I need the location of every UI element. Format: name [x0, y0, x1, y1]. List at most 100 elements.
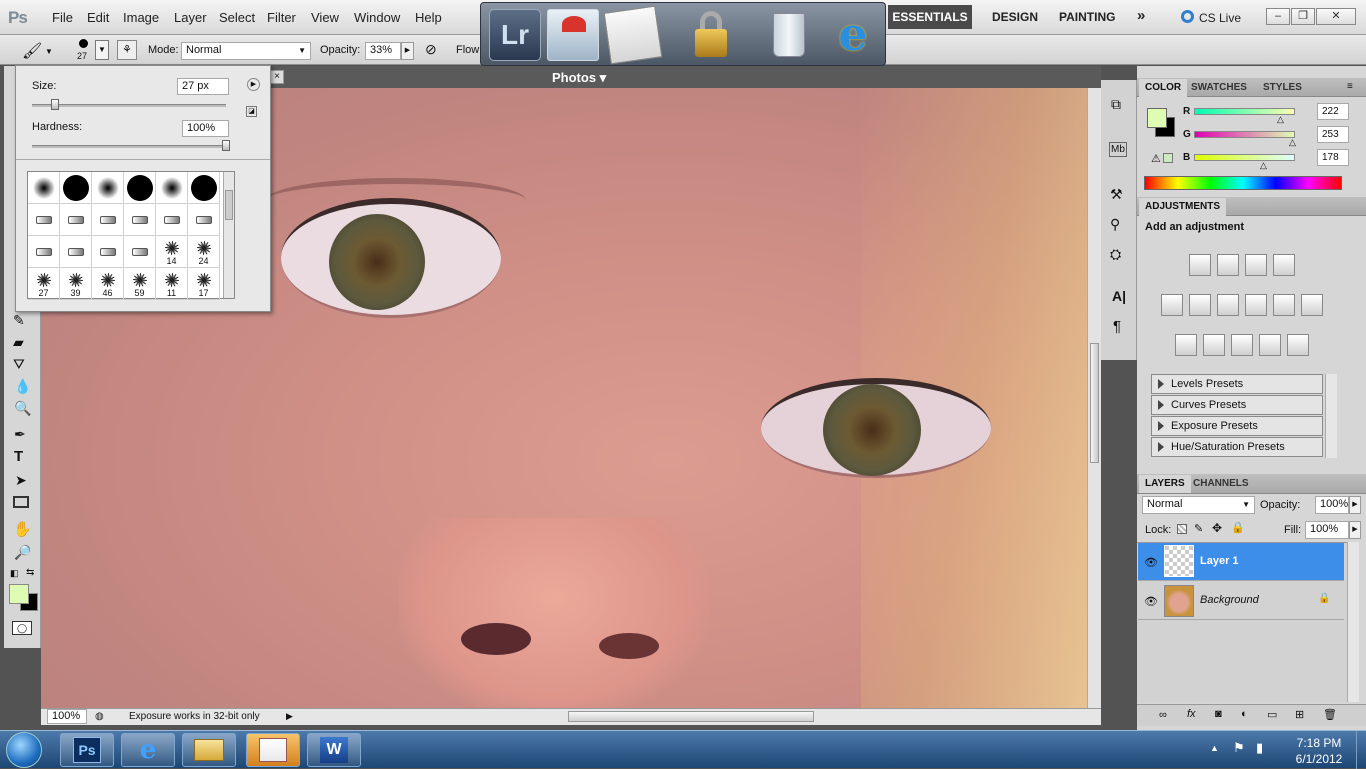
taskbar-explorer[interactable] — [182, 733, 236, 767]
brush-preset-3[interactable] — [124, 172, 156, 204]
adjustment-layer-icon[interactable]: ◐ — [1241, 708, 1248, 720]
brightness-contrast-icon[interactable] — [1189, 254, 1211, 276]
zoom-field[interactable]: 100% — [47, 709, 87, 724]
brush-presets-icon[interactable]: ⚒ — [1110, 186, 1123, 203]
restore-button[interactable]: ❐ — [1291, 8, 1315, 25]
brush-preset-22[interactable]: 11 — [156, 268, 188, 300]
layer-row-layer1[interactable]: 👁 Layer 1 — [1138, 543, 1344, 581]
menu-view[interactable]: View — [311, 10, 339, 25]
g-field[interactable]: 253 — [1317, 126, 1349, 143]
paint-bucket-tool-icon[interactable]: ⛛ — [13, 356, 25, 373]
curves-presets-item[interactable]: Curves Presets — [1151, 395, 1323, 415]
photo-filter-icon[interactable] — [1273, 294, 1295, 316]
levels-presets-item[interactable]: Levels Presets — [1151, 374, 1323, 394]
menu-window[interactable]: Window — [354, 10, 400, 25]
quick-mask-icon[interactable]: ◯ — [12, 621, 32, 635]
gamut-warning-icon[interactable]: ⚠ — [1151, 152, 1161, 165]
lock-transparency-icon[interactable] — [1177, 524, 1187, 534]
start-button[interactable] — [6, 732, 42, 768]
foreground-color-swatch[interactable] — [9, 584, 29, 604]
tab-swatches[interactable]: SWATCHES — [1185, 79, 1253, 97]
layer-name[interactable]: Layer 1 — [1200, 555, 1239, 567]
lock-position-icon[interactable]: ✥ — [1212, 521, 1222, 535]
hardness-field[interactable]: 100% — [182, 120, 229, 137]
vibrance-icon[interactable] — [1161, 294, 1183, 316]
action-center-icon[interactable]: ⚑ — [1233, 740, 1245, 756]
threshold-icon[interactable] — [1231, 334, 1253, 356]
visibility-eye-icon[interactable]: 👁 — [1144, 595, 1158, 608]
menu-select[interactable]: Select — [219, 10, 255, 25]
documents-icon[interactable] — [603, 5, 663, 65]
brush-preset-15[interactable] — [124, 236, 156, 268]
vertical-scrollbar[interactable] — [1087, 88, 1101, 708]
workspace-design[interactable]: DESIGN — [992, 10, 1038, 24]
tab-adjustments[interactable]: ADJUSTMENTS — [1139, 198, 1227, 216]
paragraph-panel-icon[interactable]: ¶ — [1113, 318, 1121, 335]
document-title[interactable]: Photos ▾ — [552, 70, 606, 86]
lightroom-icon[interactable]: Lr — [489, 9, 541, 61]
levels-icon[interactable] — [1217, 254, 1239, 276]
power-icon[interactable]: ▮ — [1256, 740, 1263, 756]
presets-scrollbar[interactable] — [1325, 374, 1337, 458]
menu-help[interactable]: Help — [415, 10, 442, 25]
minimize-button[interactable]: – — [1266, 8, 1290, 25]
r-slider-thumb[interactable]: △ — [1277, 114, 1284, 125]
show-desktop-button[interactable] — [1356, 731, 1366, 769]
brush-preset-23[interactable]: 17 — [188, 268, 220, 300]
status-menu-arrow[interactable]: ▶ — [286, 711, 293, 722]
brush-popup-menu-icon[interactable]: ▶ — [247, 78, 260, 91]
blend-mode-select[interactable]: Normal ▼ — [1142, 496, 1255, 514]
layer-style-icon[interactable]: fx — [1187, 708, 1196, 720]
hue-saturation-presets-item[interactable]: Hue/Saturation Presets — [1151, 437, 1323, 457]
lock-icon[interactable] — [691, 9, 731, 61]
brush-preset-17[interactable]: 24 — [188, 236, 220, 268]
recycle-bin-icon[interactable] — [769, 9, 809, 61]
b-slider[interactable] — [1194, 154, 1295, 161]
taskbar-photoshop[interactable]: Ps — [60, 733, 114, 767]
brush-tool-icon[interactable]: 🖌 — [22, 41, 42, 60]
brush-preset-8[interactable] — [92, 204, 124, 236]
character-panel-icon[interactable]: A| — [1112, 288, 1126, 304]
mode-select[interactable]: Normal ▼ — [181, 42, 311, 60]
menu-filter[interactable]: Filter — [267, 10, 296, 25]
hardness-slider[interactable] — [32, 145, 226, 148]
exposure-icon[interactable] — [1273, 254, 1295, 276]
airbrush-pressure-icon[interactable]: ⊘ — [425, 41, 437, 58]
hand-tool-icon[interactable]: ✋ — [13, 520, 32, 538]
exposure-presets-item[interactable]: Exposure Presets — [1151, 416, 1323, 436]
selective-color-icon[interactable] — [1287, 334, 1309, 356]
link-layers-icon[interactable]: ∞ — [1159, 709, 1167, 721]
path-selection-tool-icon[interactable]: ➤ — [15, 472, 27, 489]
lock-all-icon[interactable]: 🔒 — [1231, 521, 1245, 534]
opacity-field[interactable]: 33% — [365, 42, 401, 60]
brush-preset-4[interactable] — [156, 172, 188, 204]
layer-mask-icon[interactable]: ◙ — [1215, 708, 1222, 720]
brush-preset-12[interactable] — [28, 236, 60, 268]
brush-preset-5[interactable] — [188, 172, 220, 204]
brush-preset-19[interactable]: 39 — [60, 268, 92, 300]
channel-mixer-icon[interactable] — [1301, 294, 1323, 316]
b-slider-thumb[interactable]: △ — [1260, 160, 1267, 171]
eraser-tool-icon[interactable]: ▰ — [13, 334, 24, 351]
swap-colors-icon[interactable]: ⇆ — [26, 567, 34, 578]
tool-preset-arrow-icon[interactable]: ▼ — [45, 47, 53, 56]
rectangle-tool-icon[interactable] — [13, 496, 29, 508]
opacity-slider-arrow[interactable]: ▶ — [401, 42, 414, 60]
workspace-painting[interactable]: PAINTING — [1059, 10, 1115, 24]
gamut-swatch[interactable] — [1163, 153, 1173, 163]
dodge-tool-icon[interactable]: 🔍 — [14, 400, 31, 417]
taskbar-photo-app[interactable] — [246, 733, 300, 767]
brush-preset-9[interactable] — [124, 204, 156, 236]
brush-preset-1[interactable] — [60, 172, 92, 204]
brush-preset-14[interactable] — [92, 236, 124, 268]
mini-bridge-icon[interactable]: Mb — [1109, 142, 1127, 157]
tool-presets-icon[interactable]: ⛭ — [1110, 246, 1121, 263]
panel-menu-icon[interactable]: ≡ — [1347, 81, 1353, 92]
brush-preset-13[interactable] — [60, 236, 92, 268]
system-clock[interactable]: 7:18 PM 6/1/2012 — [1284, 735, 1354, 767]
brush-preset-6[interactable] — [28, 204, 60, 236]
brush-picker-button[interactable]: ▼ — [95, 40, 109, 60]
invert-icon[interactable] — [1175, 334, 1197, 356]
new-group-icon[interactable]: ▭ — [1267, 708, 1277, 721]
workspace-more[interactable]: » — [1137, 7, 1145, 24]
